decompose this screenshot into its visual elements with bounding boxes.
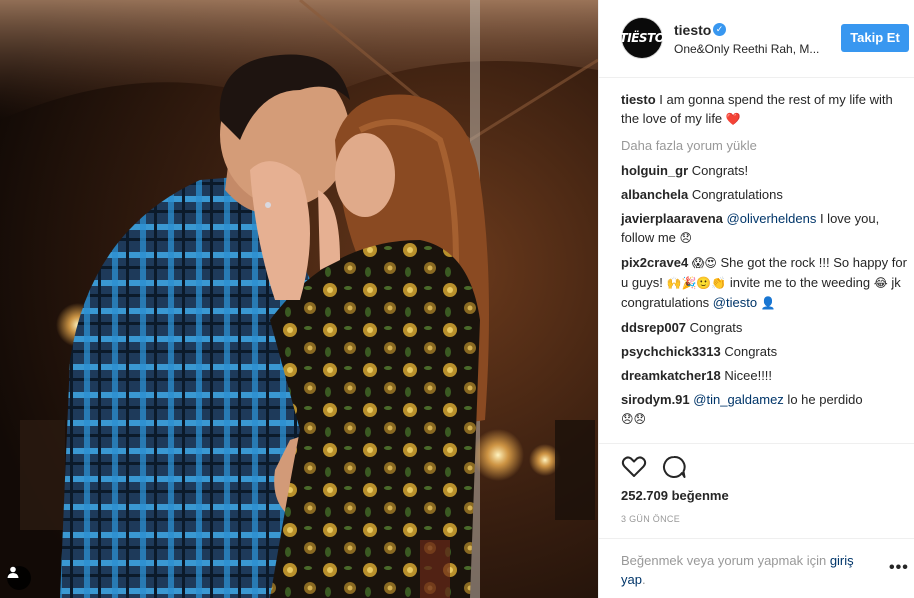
login-prompt-label: Beğenmek veya yorum yapmak için bbox=[621, 553, 830, 568]
login-prompt-text: Beğenmek veya yorum yapmak için giriş ya… bbox=[621, 551, 861, 589]
comment-text: Congrats! bbox=[688, 163, 749, 178]
login-prompt: Beğenmek veya yorum yapmak için giriş ya… bbox=[599, 538, 914, 598]
comment-text: Nicee!!!! bbox=[720, 368, 773, 383]
caption: tiesto I am gonna spend the rest of my l… bbox=[621, 90, 911, 129]
comment-item: javierplaaravena @oliverheldens I love y… bbox=[621, 209, 911, 248]
post-actions: 252.709 beğenme 3 GÜN ÖNCE bbox=[599, 443, 914, 524]
verified-badge-icon: ✓ bbox=[713, 23, 726, 36]
comment-emoji: 😱😍 bbox=[691, 256, 717, 270]
comment-emoji: 🙌🎉🙂👏 bbox=[666, 276, 727, 290]
comment-mention[interactable]: @tiesto bbox=[713, 295, 757, 310]
comment-emoji: 😞😞 bbox=[621, 412, 647, 426]
comment-emoji: 😞 bbox=[679, 231, 693, 245]
comment-username[interactable]: albanchela bbox=[621, 187, 688, 202]
load-more-comments-link[interactable]: Daha fazla yorum yükle bbox=[621, 136, 911, 155]
comment-username[interactable]: pix2crave4 bbox=[621, 255, 688, 270]
follow-button[interactable]: Takip Et bbox=[841, 24, 909, 52]
heart-icon[interactable] bbox=[621, 454, 647, 480]
more-options-button[interactable]: ••• bbox=[889, 559, 909, 577]
comments-list: tiesto I am gonna spend the rest of my l… bbox=[621, 90, 911, 434]
comment-text: Congrats bbox=[720, 344, 778, 359]
comment-username[interactable]: sirodym.91 bbox=[621, 392, 690, 407]
person-icon bbox=[7, 566, 19, 578]
comment-username[interactable]: holguin_gr bbox=[621, 163, 688, 178]
post-photo[interactable] bbox=[0, 0, 598, 598]
username-link[interactable]: tiesto bbox=[674, 22, 711, 38]
heart-emoji: ❤️ bbox=[725, 112, 741, 126]
comment-text: Congratulations bbox=[688, 187, 783, 202]
avatar[interactable]: TIËSTO bbox=[619, 17, 665, 59]
comment-mention[interactable]: @oliverheldens bbox=[727, 211, 817, 226]
post-panel: TIËSTO tiesto ✓ One&Only Reethi Rah, M..… bbox=[598, 0, 914, 598]
comment-emoji: 😂 bbox=[873, 276, 888, 290]
post-header: TIËSTO tiesto ✓ One&Only Reethi Rah, M..… bbox=[599, 0, 914, 78]
login-prompt-period: . bbox=[641, 572, 646, 587]
comment-item: albanchela Congratulations bbox=[621, 185, 911, 204]
comment-username[interactable]: ddsrep007 bbox=[621, 320, 686, 335]
avatar-logo-text: TIËSTO bbox=[619, 31, 665, 45]
comment-text: Congrats bbox=[686, 320, 743, 335]
caption-text: I am gonna spend the rest of my life wit… bbox=[621, 92, 893, 126]
post-timestamp[interactable]: 3 GÜN ÖNCE bbox=[621, 514, 680, 524]
comment-item: sirodym.91 @tin_galdamez lo he perdido 😞… bbox=[621, 390, 911, 429]
instagram-post: TIËSTO tiesto ✓ One&Only Reethi Rah, M..… bbox=[0, 0, 914, 598]
user-tag-button[interactable] bbox=[7, 566, 31, 590]
comment-text: invite me to the weeding bbox=[726, 275, 874, 290]
location-link[interactable]: One&Only Reethi Rah, M... bbox=[674, 42, 819, 56]
comment-item: ddsrep007 Congrats bbox=[621, 318, 911, 337]
comment-username[interactable]: psychchick3313 bbox=[621, 344, 721, 359]
comment-mention[interactable]: @tin_galdamez bbox=[693, 392, 784, 407]
comment-emoji: 👤 bbox=[760, 296, 776, 310]
comment-item: psychchick3313 Congrats bbox=[621, 342, 911, 361]
comment-username[interactable]: javierplaaravena bbox=[621, 211, 723, 226]
comment-item: dreamkatcher18 Nicee!!!! bbox=[621, 366, 911, 385]
comment-item: holguin_gr Congrats! bbox=[621, 161, 911, 180]
comment-item: pix2crave4 😱😍 She got the rock !!! So ha… bbox=[621, 253, 911, 313]
like-count[interactable]: 252.709 beğenme bbox=[621, 488, 729, 503]
comment-username[interactable]: dreamkatcher18 bbox=[621, 368, 721, 383]
photo-illustration bbox=[0, 0, 598, 598]
comment-text: lo he perdido bbox=[783, 392, 863, 407]
comment-icon[interactable] bbox=[661, 454, 687, 480]
caption-username[interactable]: tiesto bbox=[621, 92, 656, 107]
